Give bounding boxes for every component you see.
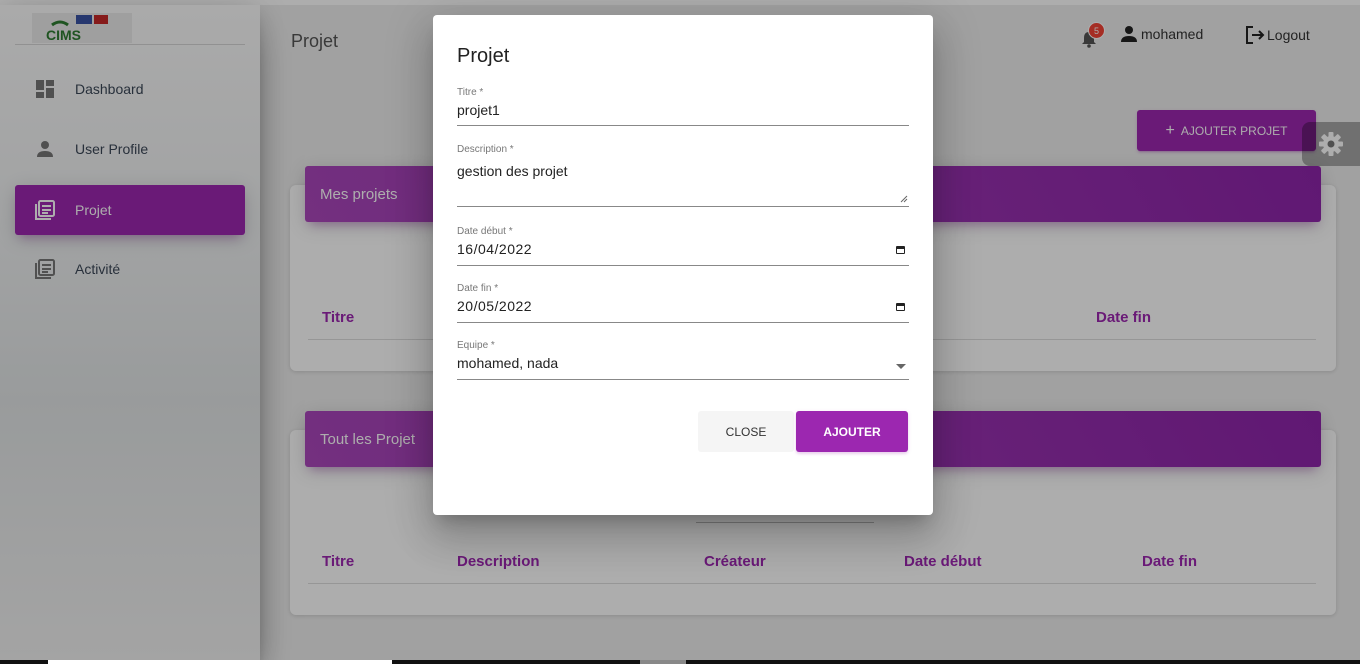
field-underline [457,379,909,380]
field-label: Titre * [457,87,484,98]
field-label: Date début * [457,226,513,237]
date-debut-field[interactable]: Date début * 16/04/2022 [457,226,909,266]
titre-field[interactable]: Titre * projet1 [457,87,909,127]
project-dialog: Projet Titre * projet1 Description * ges… [433,15,933,515]
dropdown-arrow-icon[interactable] [896,364,906,369]
scrollbar-segment [640,660,686,664]
titre-input[interactable]: projet1 [457,102,909,118]
description-field[interactable]: Description * gestion des projet [457,144,909,208]
field-underline [457,265,909,266]
description-textarea[interactable]: gestion des projet [457,163,909,179]
scrollbar-segment [48,660,392,664]
dialog-title: Projet [457,45,510,67]
date-fin-field[interactable]: Date fin * 20/05/2022 [457,283,909,323]
field-underline [457,125,909,126]
field-underline [457,206,909,207]
field-label: Equipe * [457,340,495,351]
date-fin-input[interactable]: 20/05/2022 [457,298,909,314]
resize-handle-icon[interactable] [900,195,908,203]
ajouter-button[interactable]: AJOUTER [796,411,908,452]
field-label: Description * [457,144,514,155]
calendar-icon[interactable] [896,303,905,311]
equipe-select[interactable]: mohamed, nada [457,355,909,371]
close-button[interactable]: CLOSE [698,411,794,452]
field-label: Date fin * [457,283,499,294]
date-debut-input[interactable]: 16/04/2022 [457,241,909,257]
equipe-field[interactable]: Equipe * mohamed, nada [457,340,909,380]
bottom-bar [0,660,1360,664]
field-underline [457,322,909,323]
calendar-icon[interactable] [896,246,905,254]
